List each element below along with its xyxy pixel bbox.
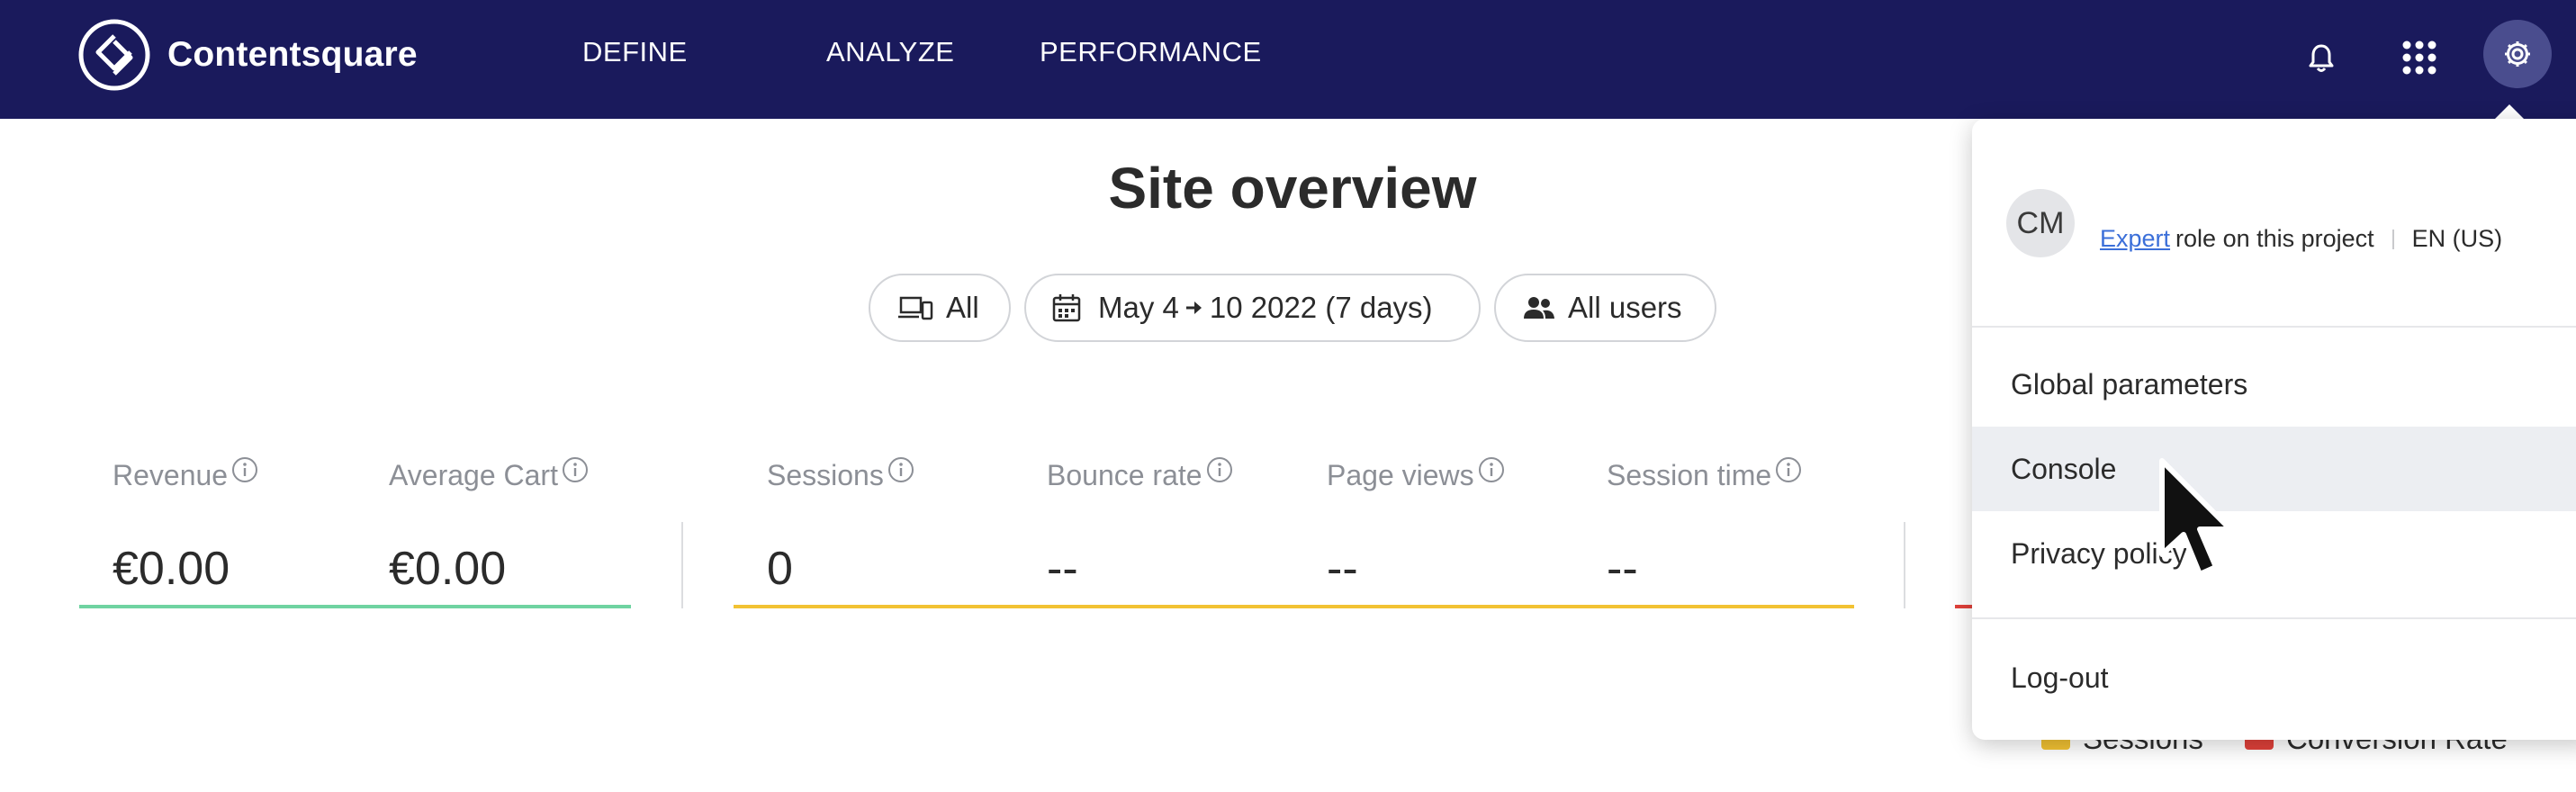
sessions-group-underline	[734, 605, 1854, 608]
sessions-label: Sessions	[767, 456, 914, 492]
date-range-start: May 4	[1098, 291, 1179, 324]
menu-divider	[1972, 326, 2576, 328]
language-selector[interactable]: EN (US)	[2412, 225, 2503, 253]
device-filter[interactable]: All	[869, 274, 1011, 342]
account-menu: CM Expert role on this project EN (US) G…	[1972, 119, 2576, 740]
contentsquare-logo-icon	[78, 19, 150, 91]
revenue-group-underline	[79, 605, 631, 608]
gear-icon	[2505, 41, 2530, 67]
session-time-value: --	[1607, 543, 1638, 595]
info-icon[interactable]	[562, 456, 589, 483]
calendar-icon	[1052, 294, 1081, 322]
date-range-end: 10 2022 (7 days)	[1209, 291, 1433, 324]
info-icon[interactable]	[887, 456, 914, 483]
devices-icon	[898, 296, 933, 320]
segment-filter[interactable]: All users	[1494, 274, 1716, 342]
date-range-filter[interactable]: May 4 10 2022 (7 days)	[1024, 274, 1481, 342]
bounce-rate-label-text: Bounce rate	[1047, 459, 1202, 491]
revenue-label-text: Revenue	[113, 459, 229, 491]
session-time-label-text: Session time	[1607, 459, 1772, 491]
device-filter-label: All	[946, 291, 979, 324]
mouse-pointer-icon	[2159, 458, 2233, 577]
menu-item-log-out[interactable]: Log-out	[1972, 635, 2576, 720]
menu-item-privacy-policy[interactable]: Privacy policy	[1972, 511, 2576, 596]
menu-divider	[1972, 617, 2576, 619]
brand-logo[interactable]: Contentsquare	[77, 18, 418, 92]
average-cart-value: €0.00	[389, 543, 507, 595]
session-time-label: Session time	[1607, 456, 1802, 492]
info-icon[interactable]	[1775, 456, 1802, 483]
nav-performance[interactable]: PERFORMANCE	[1040, 36, 1262, 68]
avatar: CM	[2006, 189, 2075, 257]
menu-item-global-parameters[interactable]: Global parameters	[1972, 342, 2576, 427]
segment-filter-label: All users	[1568, 291, 1682, 324]
info-icon[interactable]	[1206, 456, 1233, 483]
info-icon[interactable]	[231, 456, 258, 483]
role-link[interactable]: Expert	[2100, 225, 2170, 253]
settings-button[interactable]	[2483, 20, 2552, 88]
page-views-label: Page views	[1327, 456, 1505, 492]
arrow-right-icon	[1185, 302, 1202, 314]
apps-menu-button[interactable]	[2392, 31, 2446, 85]
info-icon[interactable]	[1478, 456, 1505, 483]
sessions-label-text: Sessions	[767, 459, 884, 491]
revenue-value: €0.00	[113, 543, 230, 595]
metric-group-divider	[681, 522, 683, 608]
users-icon	[1524, 297, 1554, 319]
bell-icon	[2309, 44, 2334, 72]
menu-item-console[interactable]: Console	[1972, 427, 2576, 511]
role-line: Expert role on this project EN (US)	[2100, 225, 2502, 253]
average-cart-label-text: Average Cart	[389, 459, 558, 491]
page-views-value: --	[1327, 543, 1358, 595]
role-separator	[2391, 229, 2394, 249]
brand-name: Contentsquare	[167, 35, 418, 74]
revenue-label: Revenue	[113, 456, 258, 492]
sessions-value: 0	[767, 543, 793, 595]
bounce-rate-value: --	[1047, 543, 1078, 595]
page-views-label-text: Page views	[1327, 459, 1474, 491]
user-name	[2100, 191, 2109, 221]
notifications-button[interactable]	[2297, 34, 2346, 83]
role-suffix: role on this project	[2175, 225, 2374, 252]
nav-analyze[interactable]: ANALYZE	[826, 36, 954, 68]
top-navigation-bar: Contentsquare DEFINE ANALYZE PERFORMANCE	[0, 0, 2576, 119]
apps-grid-icon	[2402, 40, 2436, 75]
average-cart-label: Average Cart	[389, 456, 589, 492]
nav-define[interactable]: DEFINE	[582, 36, 688, 68]
bounce-rate-label: Bounce rate	[1047, 456, 1233, 492]
metric-group-divider	[1904, 522, 1905, 608]
